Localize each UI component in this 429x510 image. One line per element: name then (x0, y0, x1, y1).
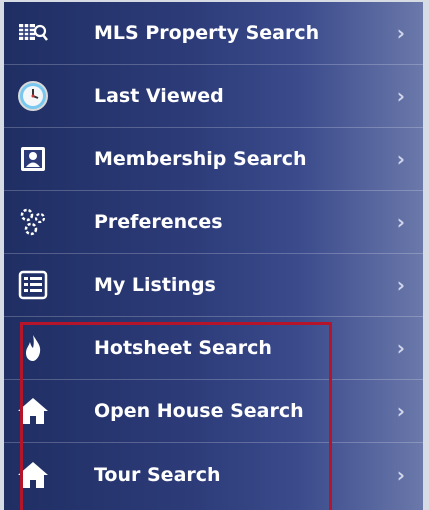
chevron-right-icon: › (396, 84, 405, 108)
contact-card-icon (16, 142, 50, 176)
house-icon (16, 394, 50, 428)
menu-item-label: Open House Search (94, 400, 304, 422)
menu-item-last-viewed[interactable]: Last Viewed › (4, 65, 423, 128)
clock-icon (16, 79, 50, 113)
chevron-right-icon: › (396, 21, 405, 45)
chevron-right-icon: › (396, 210, 405, 234)
house-icon (16, 458, 50, 492)
menu-item-tour-search[interactable]: Tour Search › (4, 443, 423, 506)
menu-item-hotsheet-search[interactable]: Hotsheet Search › (4, 317, 423, 380)
menu-item-membership-search[interactable]: Membership Search › (4, 128, 423, 191)
chevron-right-icon: › (396, 399, 405, 423)
menu-item-open-house-search[interactable]: Open House Search › (4, 380, 423, 443)
menu-item-label: My Listings (94, 274, 216, 296)
list-icon (16, 268, 50, 302)
menu-item-label: Hotsheet Search (94, 337, 272, 359)
chevron-right-icon: › (396, 336, 405, 360)
menu-item-label: Preferences (94, 211, 223, 233)
menu-item-mls-property-search[interactable]: MLS Property Search › (4, 2, 423, 65)
menu-item-label: Tour Search (94, 463, 221, 486)
search-grid-icon (16, 16, 50, 50)
gears-icon (16, 205, 50, 239)
menu-item-label: MLS Property Search (94, 22, 320, 44)
chevron-right-icon: › (396, 462, 405, 487)
navigation-menu: MLS Property Search › Last Viewed › Memb… (0, 0, 429, 510)
menu-item-preferences[interactable]: Preferences › (4, 191, 423, 254)
chevron-right-icon: › (396, 147, 405, 171)
menu-item-my-listings[interactable]: My Listings › (4, 254, 423, 317)
menu-item-label: Last Viewed (94, 85, 224, 107)
chevron-right-icon: › (396, 273, 405, 297)
menu-item-label: Membership Search (94, 148, 307, 170)
flame-icon (16, 331, 50, 365)
